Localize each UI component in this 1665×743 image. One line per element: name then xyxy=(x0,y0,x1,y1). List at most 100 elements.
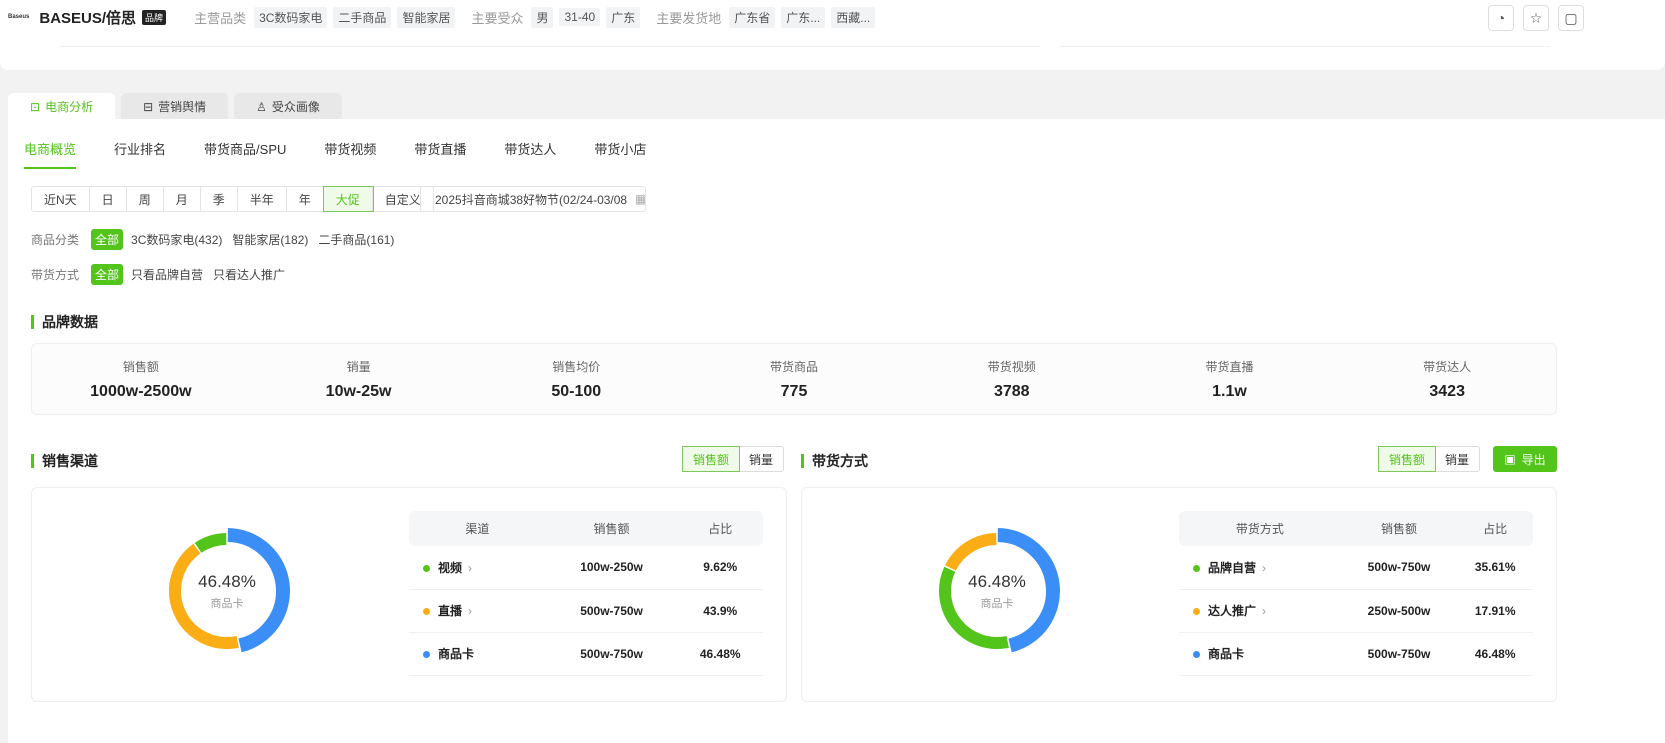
section-title: 带货方式 xyxy=(801,451,868,471)
stat-value: 1.1w xyxy=(1212,383,1247,400)
pct-cell: 9.62% xyxy=(677,546,763,590)
more-button[interactable]: ▢ xyxy=(1558,5,1584,31)
pct-cell: 43.9% xyxy=(677,589,763,633)
sales-cell: 250w-500w xyxy=(1340,589,1458,633)
date-range-value: 2025抖音商城38好物节(02/24-03/08 xyxy=(435,192,628,207)
time-segment-option[interactable]: 年 xyxy=(287,187,324,211)
stat-label: 销售均价 xyxy=(552,360,601,374)
date-range-picker[interactable]: 2025抖音商城38好物节(02/24-03/08 ▦ xyxy=(420,186,646,212)
pulse-icon: ◔ xyxy=(1496,10,1506,26)
user-icon: ♙ xyxy=(256,99,267,114)
category-chip: 智能家居 xyxy=(397,6,456,28)
tab-label: 受众画像 xyxy=(271,100,320,114)
comment-icon: ⊟ xyxy=(143,99,154,114)
brand-name: BASEUS/倍思 xyxy=(39,9,137,27)
divider xyxy=(60,46,1040,47)
stat-label: 销售额 xyxy=(122,360,159,374)
stat-item: 销量 10w-25w xyxy=(250,344,468,414)
category-option[interactable]: 3C数码家电(432) xyxy=(131,231,222,248)
brand-badge: 品牌 xyxy=(142,9,167,25)
time-segment-option[interactable]: 月 xyxy=(164,187,201,211)
brand-stats: 销售额 1000w-2500w 销量 10w-25w 销售均价 50-100 带货商品 775… xyxy=(31,343,1557,415)
subnav-item[interactable]: 带货商品/SPU xyxy=(204,139,286,169)
subnav-item[interactable]: 带货直播 xyxy=(414,139,466,169)
toggle-sales-volume[interactable]: 销量 xyxy=(739,447,783,471)
time-segment-option[interactable]: 日 xyxy=(90,187,127,211)
row-name: 视频 xyxy=(438,560,463,575)
mode-option[interactable]: 只看达人推广 xyxy=(213,266,285,283)
audience-chip: 男 xyxy=(531,6,554,28)
donut-slice[interactable] xyxy=(945,533,997,571)
audience-chip: 广东 xyxy=(606,6,641,28)
column-header: 销售额 xyxy=(545,511,678,546)
table-row: 品牌自营 › 500w-750w 35.61% xyxy=(1179,546,1533,590)
table-header: 渠道 销售额 占比 xyxy=(409,511,763,546)
subnav-item[interactable]: 带货达人 xyxy=(504,139,556,169)
name-cell[interactable]: 品牌自营 › xyxy=(1179,546,1341,590)
row-name: 品牌自营 xyxy=(1208,560,1257,575)
center-percent: 46.48% xyxy=(968,572,1026,591)
time-segment-option[interactable]: 半年 xyxy=(238,187,287,211)
row-name: 直播 xyxy=(438,604,463,618)
tab-audience[interactable]: ♙ 受众画像 xyxy=(234,93,342,120)
brand-row: Baseus BASEUS/倍思 品牌 主营品类 3C数码家电 二手商品 智能家… xyxy=(8,6,876,28)
mode-option[interactable]: 只看品牌自营 xyxy=(131,266,203,283)
toggle-sales-amount[interactable]: 销售额 xyxy=(1377,446,1437,472)
category-option[interactable]: 二手商品(161) xyxy=(318,231,394,248)
subnav-item[interactable]: 电商概览 xyxy=(24,139,77,169)
star-icon: ☆ xyxy=(1529,9,1543,26)
toggle-sales-amount[interactable]: 销售额 xyxy=(681,446,741,472)
name-cell[interactable]: 达人推广 › xyxy=(1179,589,1341,633)
ship-chip: 广东省 xyxy=(729,6,776,28)
pct-cell: 35.61% xyxy=(1457,546,1533,590)
stat-item: 带货直播 1.1w xyxy=(1121,344,1339,414)
subnav-item[interactable]: 带货视频 xyxy=(324,139,376,169)
category-option[interactable]: 智能家居(182) xyxy=(232,231,308,248)
channel-card: 46.48% 商品卡 渠道 销售额 占比 视频 › 100w-250w 9.62% 直播 › 500w… xyxy=(31,487,787,702)
chevron-right-icon: › xyxy=(1262,604,1267,618)
table-row: 商品卡 500w-750w 46.48% xyxy=(409,632,763,676)
time-segment-option[interactable]: 近N天 xyxy=(32,187,90,211)
name-cell: 商品卡 xyxy=(1179,632,1341,676)
subnav-item[interactable]: 带货小店 xyxy=(594,139,646,169)
toggle-sales-volume[interactable]: 销量 xyxy=(1435,447,1479,471)
table-row: 达人推广 › 250w-500w 17.91% xyxy=(1179,589,1533,633)
mode-filter: 带货方式 全部 只看品牌自营 只看达人推广 xyxy=(31,264,287,285)
donut-center: 46.48% 商品卡 xyxy=(162,572,292,611)
doc-icon: ▢ xyxy=(1564,9,1578,26)
sales-cell: 500w-750w xyxy=(545,589,678,633)
table-row: 视频 › 100w-250w 9.62% xyxy=(409,546,763,590)
category-option[interactable]: 全部 xyxy=(91,229,124,250)
channel-table: 渠道 销售额 占比 视频 › 100w-250w 9.62% 直播 › 500w-750w 43.9… xyxy=(409,511,763,676)
tab-marketing[interactable]: ⊟ 营销舆情 xyxy=(121,93,229,120)
column-header: 带货方式 xyxy=(1179,511,1341,546)
stat-value: 775 xyxy=(780,383,808,400)
ship-chip: 广东... xyxy=(781,6,826,28)
subnav-item[interactable]: 行业排名 xyxy=(114,139,166,169)
time-segment-option[interactable]: 季 xyxy=(201,187,238,211)
name-cell[interactable]: 视频 › xyxy=(409,546,546,590)
ship-label: 主要发货地 xyxy=(656,10,722,26)
monitor-button[interactable]: ◔ xyxy=(1488,5,1514,31)
stat-value: 1000w-2500w xyxy=(90,383,192,400)
filter-label: 商品分类 xyxy=(31,233,80,247)
export-button[interactable]: ▣ 导出 xyxy=(1493,446,1557,472)
time-segment-option[interactable]: 周 xyxy=(127,187,164,211)
export-label: 导出 xyxy=(1521,452,1546,467)
calendar-icon: ▦ xyxy=(635,192,646,206)
divider xyxy=(1060,46,1550,47)
tab-ecommerce[interactable]: ⊡ 电商分析 xyxy=(8,93,116,120)
stat-value: 3423 xyxy=(1429,383,1465,400)
time-segment-option[interactable]: 大促 xyxy=(322,186,374,212)
center-percent: 46.48% xyxy=(198,572,256,591)
donut-center: 46.48% 商品卡 xyxy=(932,572,1062,611)
donut-slice[interactable] xyxy=(194,533,227,553)
favorite-button[interactable]: ☆ xyxy=(1523,5,1549,31)
center-name: 商品卡 xyxy=(980,598,1014,610)
name-cell: 商品卡 xyxy=(409,632,546,676)
pct-cell: 17.91% xyxy=(1457,589,1533,633)
table-header: 带货方式 销售额 占比 xyxy=(1179,511,1533,546)
column-header: 渠道 xyxy=(409,511,546,546)
mode-option[interactable]: 全部 xyxy=(91,264,124,285)
name-cell[interactable]: 直播 › xyxy=(409,589,546,633)
